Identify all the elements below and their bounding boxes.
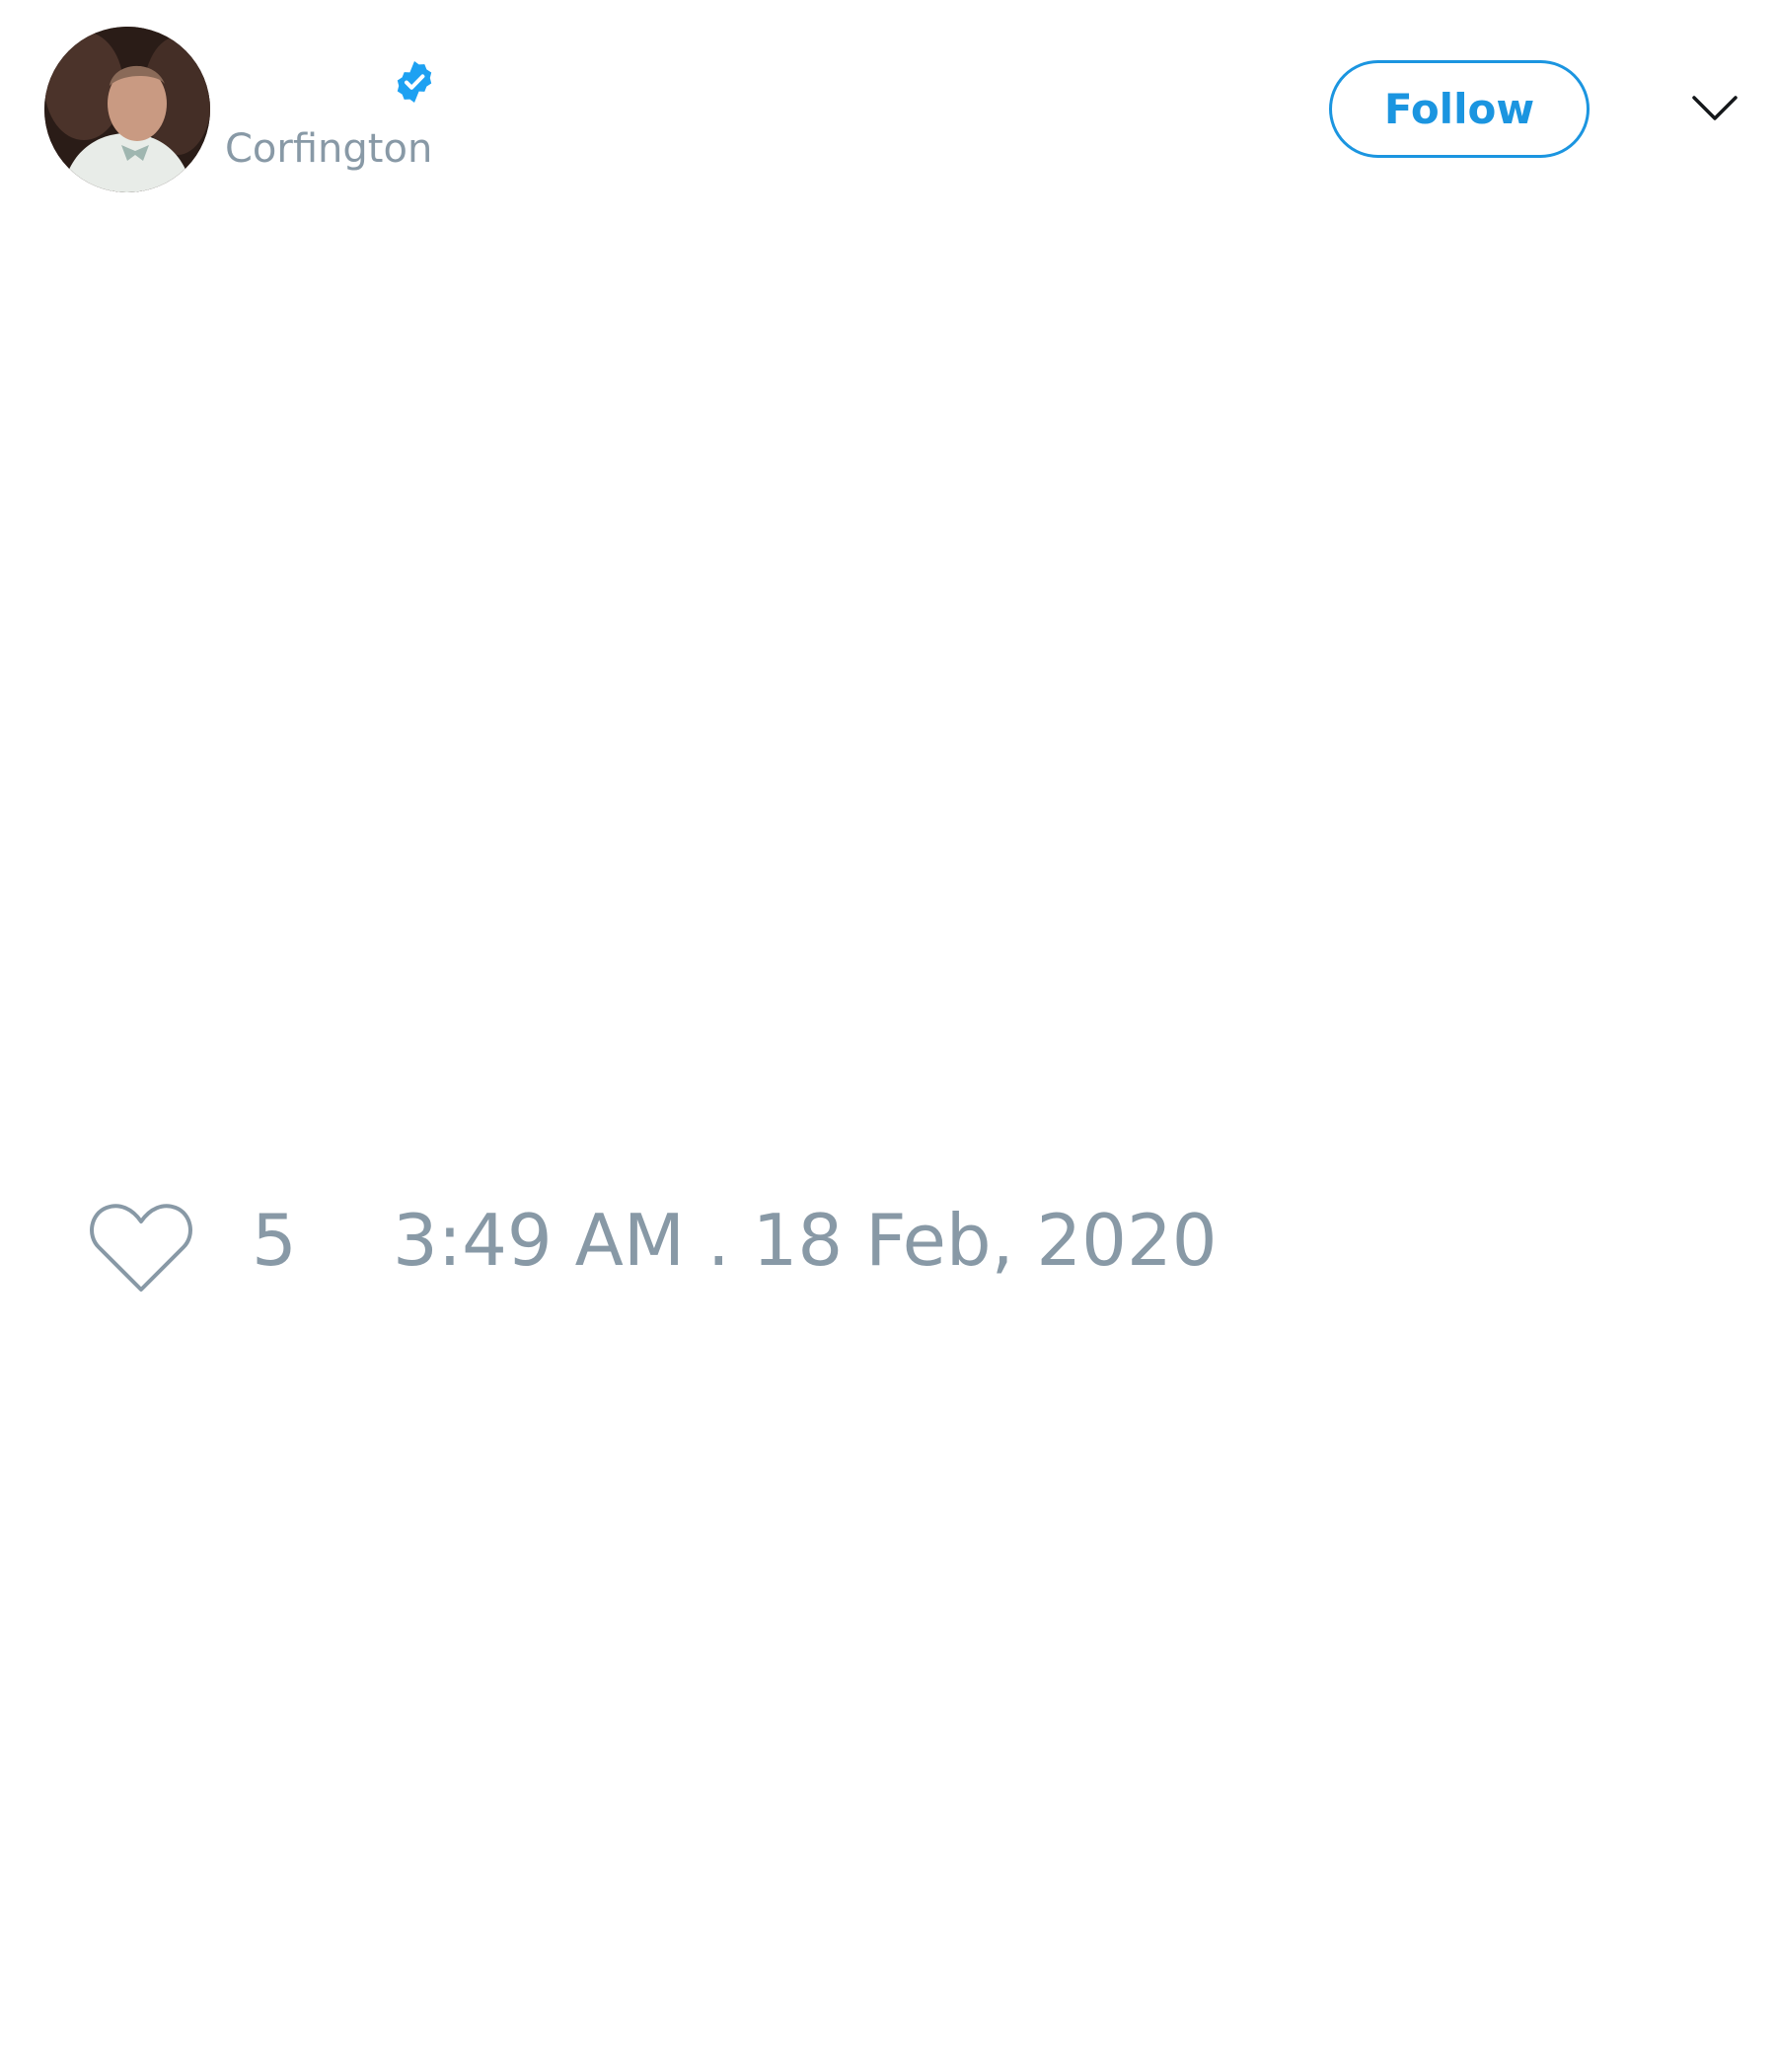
chevron-down-icon[interactable]: [1691, 94, 1739, 123]
tweet-text: [44, 227, 1732, 1145]
like-count: 5: [252, 1199, 297, 1282]
author-handle[interactable]: Corfington: [225, 126, 432, 172]
avatar[interactable]: [44, 27, 210, 192]
verified-badge-icon: [391, 58, 438, 106]
heart-icon[interactable]: [89, 1200, 193, 1295]
follow-button[interactable]: Follow: [1329, 60, 1590, 158]
tweet-card: Corfington Follow 5 3:49 AM . 18 Feb, 20…: [0, 0, 1776, 2072]
display-name[interactable]: [229, 59, 377, 107]
tweet-timestamp[interactable]: 3:49 AM . 18 Feb, 2020: [393, 1205, 1218, 1276]
avatar-photo: [44, 27, 210, 192]
